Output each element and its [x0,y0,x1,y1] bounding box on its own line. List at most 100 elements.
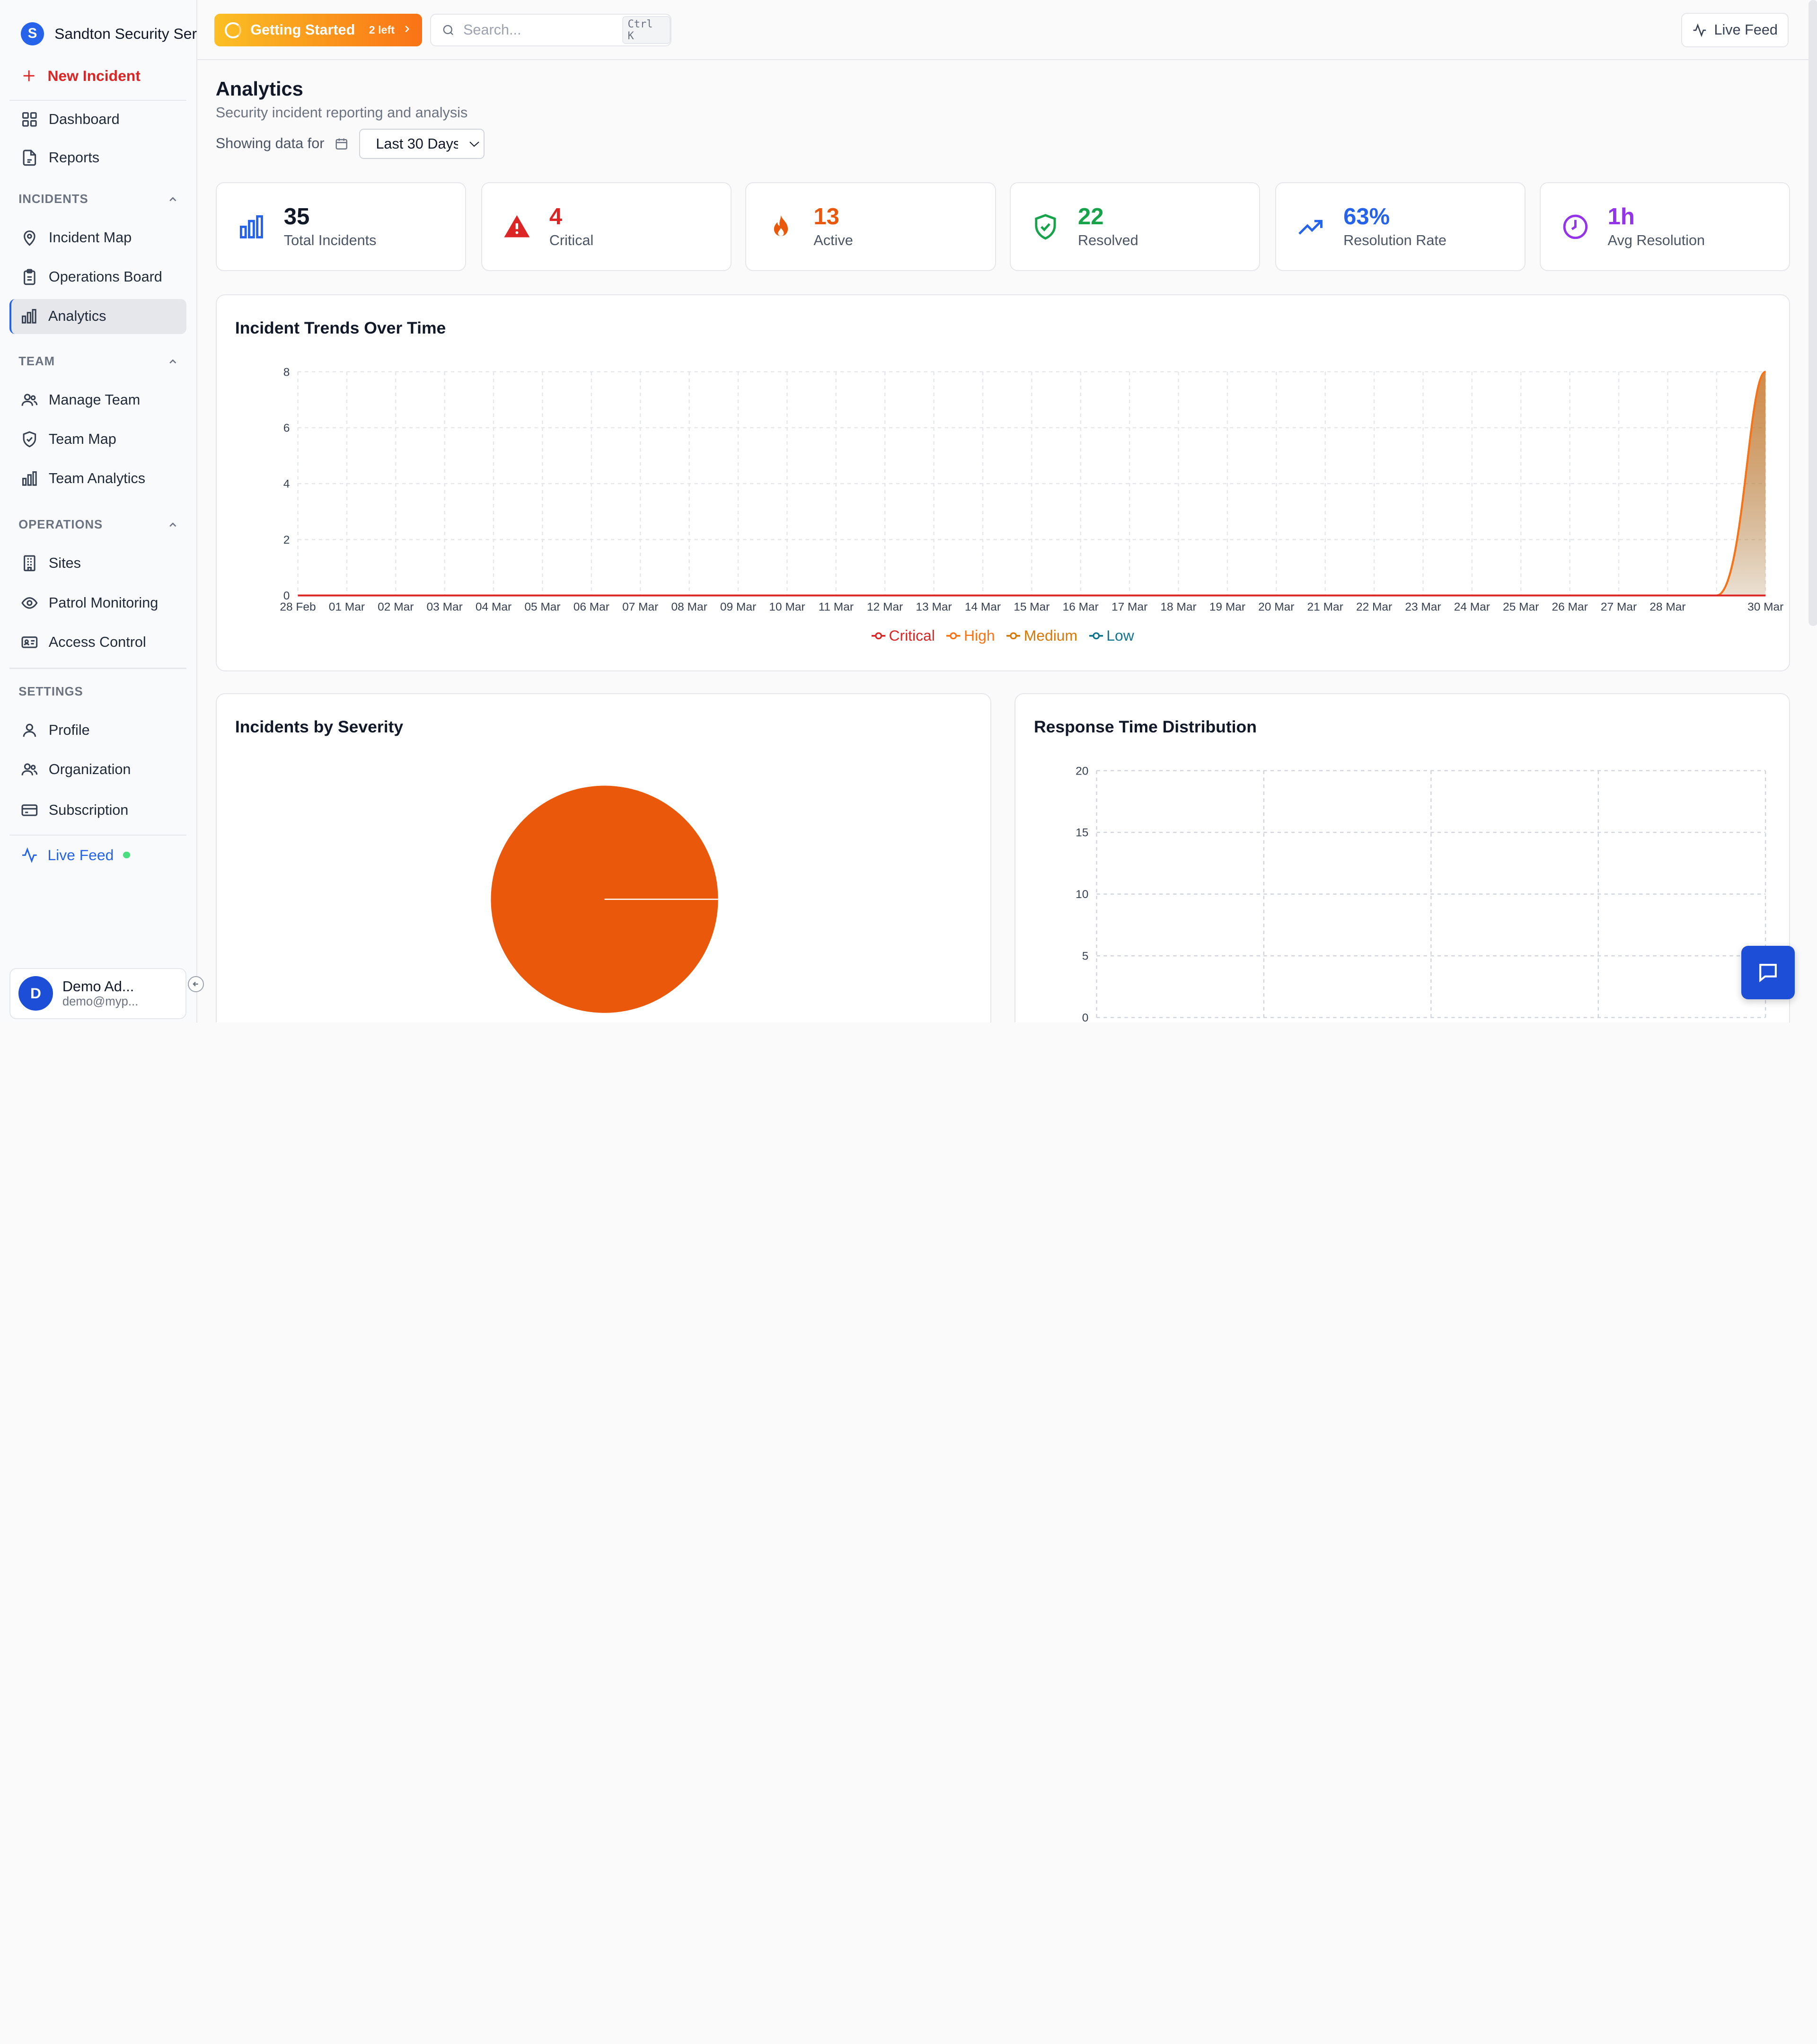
arrow-left-icon [191,979,201,989]
date-range-select[interactable]: Last 30 Days [359,129,485,159]
legend-item-high[interactable]: High [946,627,995,644]
getting-started-button[interactable]: Getting Started 2 left [214,14,422,46]
sidebar-item-patrol-monitoring[interactable]: Patrol Monitoring [9,585,187,620]
legend-marker [946,631,960,641]
legend-item-critical[interactable]: Critical [872,627,935,644]
page-scrollbar[interactable] [1808,0,1817,626]
x-tick-label: 05 Mar [524,601,560,614]
legend-marker [872,631,885,641]
legend-label: High [964,627,995,644]
search-input[interactable] [463,22,614,38]
chat-icon [1756,961,1780,984]
x-tick-label: 15 Mar [1014,601,1050,614]
flame-icon [767,213,795,241]
sidebar-item-reports[interactable]: Reports [9,140,187,175]
stat-value: 35 [284,204,377,230]
sidebar-item-organization[interactable]: Organization [9,752,187,787]
y-tick-label: 15 [1076,827,1088,839]
x-tick-label: 28 Feb [280,601,316,614]
sidebar-item-team-analytics[interactable]: Team Analytics [9,461,187,496]
stat-active: 13Active [745,182,996,272]
org-switcher[interactable]: S Sandton Security Ser... [21,22,209,45]
progress-ring-icon [225,22,241,38]
divider [9,668,187,669]
live-feed-button[interactable]: Live Feed [1681,13,1789,48]
sidebar-live-feed[interactable]: Live Feed [21,846,130,864]
sidebar-item-sites[interactable]: Sites [9,546,187,581]
bar-chart-icon [20,308,38,325]
sidebar-item-incident-map[interactable]: Incident Map [9,220,187,256]
sidebar: S Sandton Security Ser... New Incident D… [0,0,197,1022]
section-settings: SETTINGS [18,685,178,699]
sidebar-item-label: Sites [49,555,81,572]
y-tick-label: 8 [283,366,290,379]
y-tick-label: 5 [1082,950,1088,963]
incidents-by-severity-card: Incidents by Severity [216,693,991,1022]
severity-pie-chart [217,694,992,1022]
x-tick-label: 30 Mar [1747,601,1783,614]
sidebar-item-analytics[interactable]: Analytics [9,299,187,334]
shield-check-icon [1032,213,1059,241]
chevron-right-icon [401,23,413,35]
sidebar-item-subscription[interactable]: Subscription [9,793,187,828]
stat-avg-resolution: 1hAvg Resolution [1540,182,1790,272]
legend-item-low[interactable]: Low [1089,627,1134,644]
stat-label: Avg Resolution [1608,232,1705,249]
chevron-up-icon [167,356,179,368]
sidebar-item-operations-board[interactable]: Operations Board [9,260,187,295]
response-time-card: Response Time Distribution 05101520 [1014,693,1790,1022]
org-name: Sandton Security Ser... [54,25,209,43]
sidebar-item-dashboard[interactable]: Dashboard [9,102,187,137]
section-team-toggle[interactable]: TEAM [18,355,178,369]
sidebar-item-label: Subscription [49,802,128,819]
x-tick-label: 01 Mar [328,601,364,614]
getting-started-label: Getting Started [250,22,355,38]
sidebar-item-profile[interactable]: Profile [9,713,187,748]
sidebar-item-team-map[interactable]: Team Map [9,422,187,457]
x-tick-label: 13 Mar [916,601,952,614]
app-root: S Sandton Security Ser... New Incident D… [0,0,1817,1022]
x-tick-label: 23 Mar [1405,601,1441,614]
legend-marker [1089,631,1103,641]
x-tick-label: 14 Mar [965,601,1001,614]
legend-item-medium[interactable]: Medium [1006,627,1077,644]
eye-icon [21,594,38,612]
file-icon [21,149,38,167]
new-incident-button[interactable]: New Incident [21,67,141,85]
sidebar-live-feed-label: Live Feed [47,846,114,864]
sidebar-item-label: Team Map [49,431,116,448]
chart-legend: Critical High Medium Low [217,627,1789,644]
stat-resolved: 22Resolved [1010,182,1260,272]
org-avatar: S [21,22,44,45]
x-tick-label: 09 Mar [720,601,756,614]
bar-chart-icon [238,213,265,241]
search-box[interactable]: Ctrl K [430,14,671,46]
chevron-up-icon [167,194,179,205]
chat-button[interactable] [1741,946,1795,999]
sidebar-item-label: Operations Board [49,269,162,285]
user-menu[interactable]: D Demo Ad... demo@myp... [9,968,187,1019]
stat-value: 4 [549,204,594,230]
stat-resolution-rate: 63%Resolution Rate [1275,182,1526,272]
section-operations-toggle[interactable]: OPERATIONS [18,518,178,532]
x-tick-label: 20 Mar [1258,601,1294,614]
divider [9,835,187,836]
incident-trends-chart: 0246828 Feb01 Mar02 Mar03 Mar04 Mar05 Ma… [217,295,1791,620]
sidebar-item-manage-team[interactable]: Manage Team [9,383,187,418]
live-feed-label: Live Feed [1714,22,1777,38]
x-tick-label: 08 Mar [671,601,707,614]
sidebar-item-label: Incident Map [49,229,132,246]
shield-check-icon [21,431,38,448]
section-incidents-toggle[interactable]: INCIDENTS [18,193,178,206]
date-filter: Showing data for Last 30 Days [216,129,485,159]
x-tick-label: 18 Mar [1160,601,1196,614]
collapse-sidebar-button[interactable] [188,976,204,992]
new-incident-label: New Incident [47,67,140,85]
sidebar-item-label: Profile [49,722,90,739]
sidebar-item-label: Team Analytics [49,470,145,487]
grid-icon [21,111,38,128]
y-tick-label: 20 [1076,765,1088,777]
divider [9,100,187,101]
stat-label: Total Incidents [284,232,377,249]
sidebar-item-access-control[interactable]: Access Control [9,625,187,660]
